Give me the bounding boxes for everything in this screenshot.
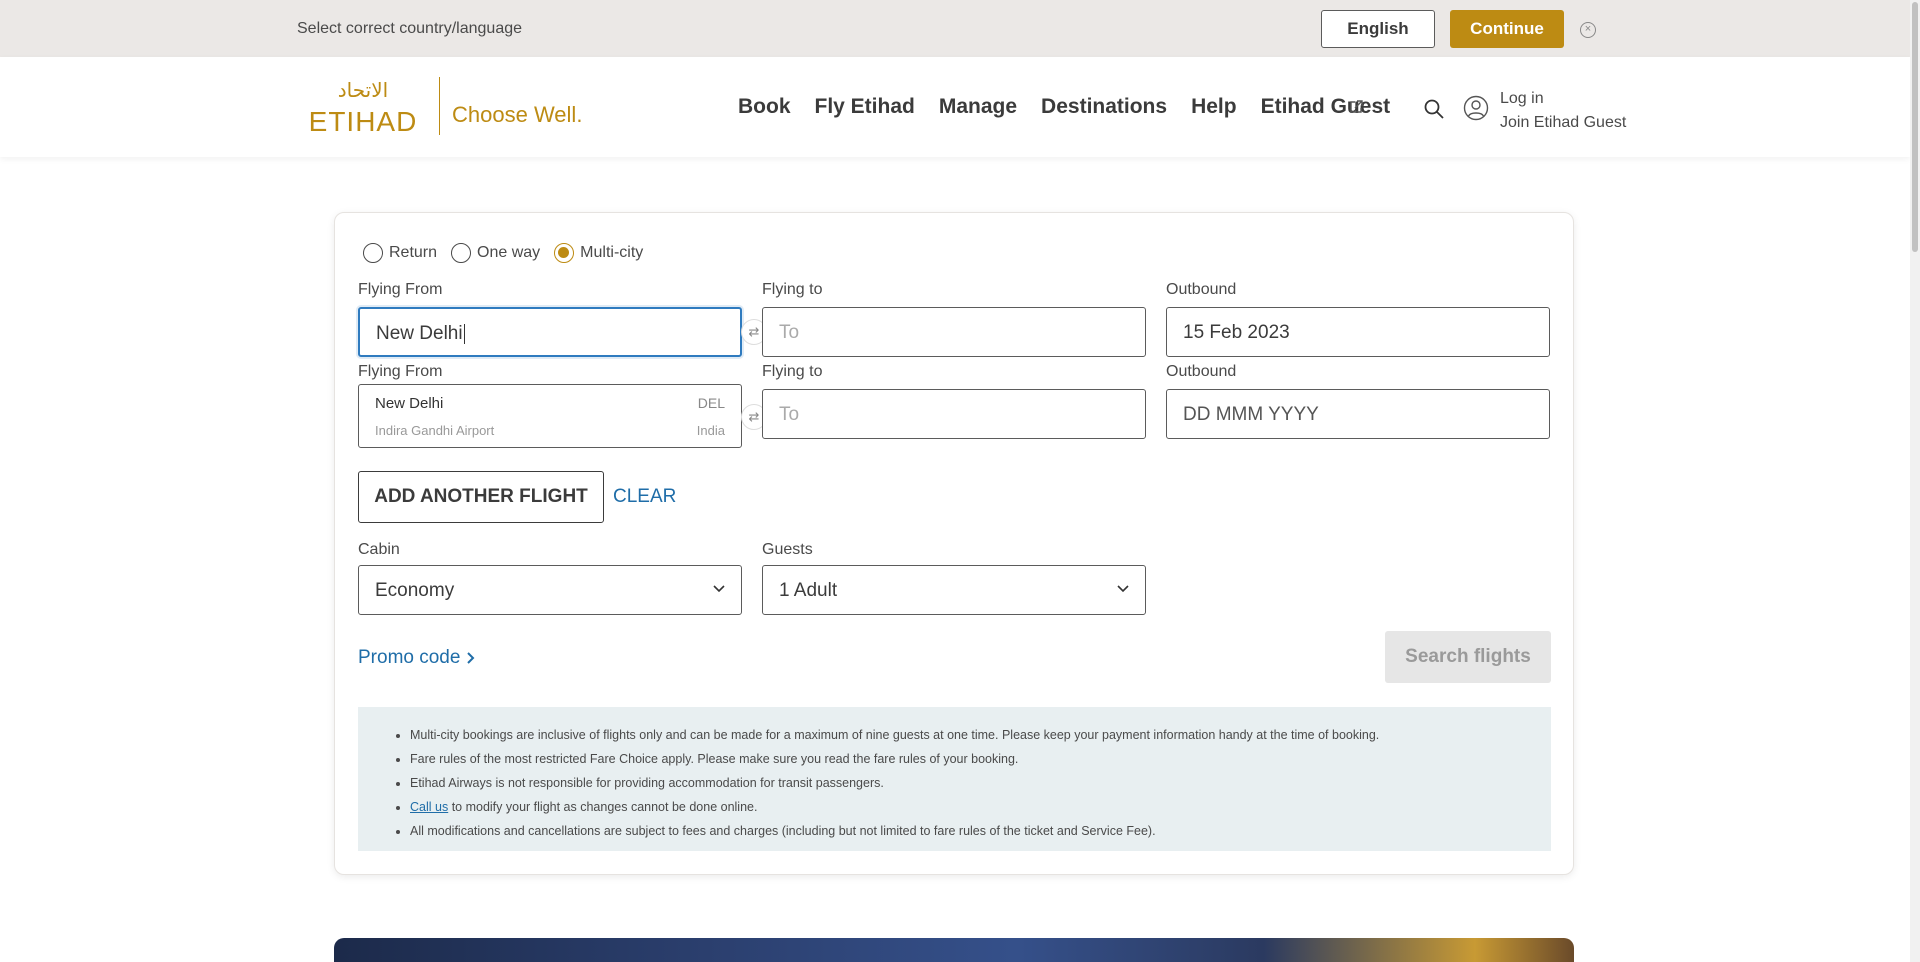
clear-link[interactable]: CLEAR [613,486,676,508]
flight1-to-label: Flying to [762,281,823,298]
flight2-date-placeholder: DD MMM YYYY [1183,404,1319,425]
suggestion-country: India [696,423,725,438]
flight2-date-label: Outbound [1166,363,1237,380]
nav-manage[interactable]: Manage [939,95,1017,119]
trip-type-one-way[interactable]: One way [451,243,540,263]
radio-icon[interactable] [451,243,472,263]
trip-type-label: Return [389,244,438,261]
suggestion-code: DEL [697,395,725,411]
note-item: Call us to modify your flight as changes… [410,795,1551,819]
account-links: Log in Join Etihad Guest [1500,87,1626,135]
text-cursor [463,323,465,344]
language-banner: Select correct country/language English … [0,0,1910,57]
trip-type-return[interactable]: Return [363,243,437,263]
promo-code-label: Promo code [358,647,461,668]
suggestion-airport: Indira Gandhi Airport [375,423,495,438]
language-banner-message: Select correct country/language [297,20,523,37]
user-icon[interactable] [1463,95,1489,121]
logo-divider [439,77,440,135]
hero-image [334,938,1574,962]
note-item: Etihad Airways is not responsible for pr… [410,771,1551,795]
tagline: Choose Well. [452,102,583,127]
trip-type-label: One way [477,244,541,261]
trip-type-label: Multi-city [580,244,644,261]
search-flights-button[interactable]: Search flights [1385,631,1551,683]
scrollbar-thumb[interactable] [1912,2,1918,252]
flight2-from-label: Flying From [358,363,443,380]
flight1-from-value: New Delhi [376,323,463,344]
airport-suggestion[interactable]: New Delhi DEL Indira Gandhi Airport Indi… [358,384,742,448]
flight1-to-input[interactable]: To [762,307,1146,357]
note-item: All modifications and cancellations are … [410,819,1551,843]
logo-latin: ETIHAD [309,106,418,137]
flight1-date-label: Outbound [1166,281,1237,298]
nav-fly-etihad[interactable]: Fly Etihad [815,95,915,119]
radio-selected-icon[interactable] [554,243,575,263]
flight2-to-input[interactable]: To [762,389,1146,439]
booking-card: Return One way Multi-city Flying From Ne… [334,212,1574,875]
chevron-down-icon [1117,585,1129,593]
etihad-logo[interactable]: الاتحاد ETIHAD [297,75,429,139]
chevron-down-icon [713,585,725,593]
note-item: Multi-city bookings are inclusive of fli… [410,723,1551,747]
flight2-to-label: Flying to [762,363,823,380]
note-item: Fare rules of the most restricted Fare C… [410,747,1551,771]
flight2-date-input[interactable]: DD MMM YYYY [1166,389,1550,439]
radio-icon[interactable] [363,243,383,263]
cabin-select[interactable]: Economy [358,565,742,615]
chevron-right-icon [467,652,475,664]
nav-help[interactable]: Help [1191,95,1237,119]
guests-value: 1 Adult [779,580,838,601]
login-link[interactable]: Log in [1500,87,1626,111]
cabin-value: Economy [375,580,455,601]
continue-button[interactable]: Continue [1450,10,1564,48]
flight1-date-input[interactable]: 15 Feb 2023 [1166,307,1550,357]
english-button[interactable]: English [1321,10,1435,48]
add-another-flight-button[interactable]: ADD ANOTHER FLIGHT [358,471,604,523]
flight1-from-label: Flying From [358,281,443,298]
logo-arabic: الاتحاد [338,78,388,102]
search-icon[interactable] [1423,98,1445,120]
flight2-to-placeholder: To [779,404,800,425]
site-header: الاتحاد ETIHAD Choose Well. Book Fly Eti… [0,57,1910,157]
nav-etihad-guest[interactable]: Etihad Guest [1261,95,1391,119]
suggestion-city: New Delhi [375,395,444,412]
flight1-date-value: 15 Feb 2023 [1183,322,1290,343]
external-link-icon [1350,100,1363,113]
nav-book[interactable]: Book [738,95,791,119]
join-link[interactable]: Join Etihad Guest [1500,111,1626,135]
promo-code-link[interactable]: Promo code [358,647,476,669]
close-icon[interactable]: × [1580,22,1596,38]
cabin-label: Cabin [358,541,400,558]
nav-destinations[interactable]: Destinations [1041,95,1167,119]
flight1-from-input[interactable]: New Delhi [358,307,742,357]
note-call-text: to modify your flight as changes cannot … [448,800,758,814]
guests-select[interactable]: 1 Adult [762,565,1146,615]
flight1-to-placeholder: To [779,322,800,343]
booking-notes: Multi-city bookings are inclusive of fli… [358,707,1551,851]
call-us-link[interactable]: Call us [410,800,448,814]
trip-type-multi-city[interactable]: Multi-city [554,243,643,263]
trip-type-selector: Return One way Multi-city [363,243,643,263]
main-nav: Book Fly Etihad Manage Destinations Help… [738,95,1390,119]
guests-label: Guests [762,541,813,558]
